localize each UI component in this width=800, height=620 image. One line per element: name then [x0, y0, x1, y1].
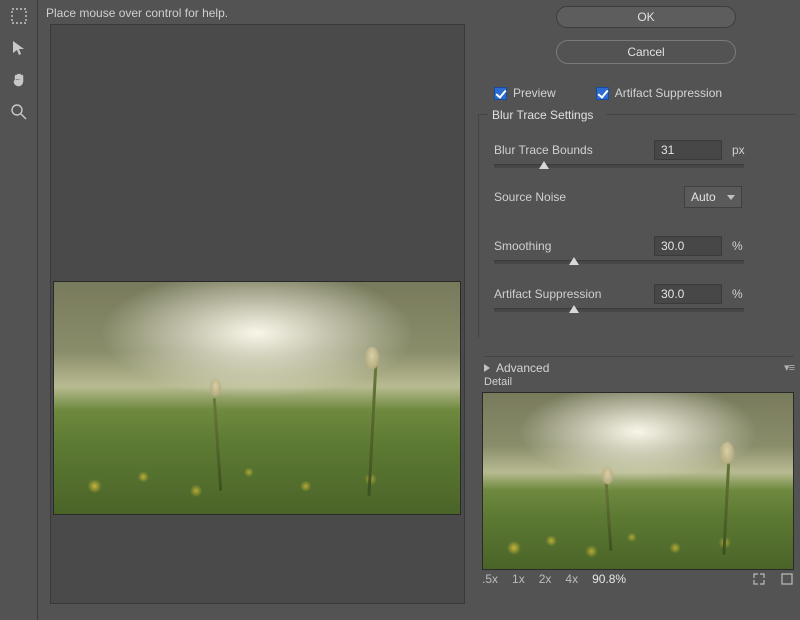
slider-thumb[interactable] — [569, 257, 579, 265]
detail-section-label: Detail — [484, 376, 512, 388]
unit-label: % — [732, 287, 743, 301]
blur-trace-bounds-slider[interactable] — [494, 164, 744, 168]
expand-region-icon[interactable] — [752, 572, 766, 586]
preview-checkbox-label: Preview — [513, 86, 556, 100]
advanced-label: Advanced — [496, 361, 549, 375]
pointer-tool-icon[interactable] — [7, 36, 31, 60]
blur-trace-bounds-label: Blur Trace Bounds — [494, 143, 614, 157]
preview-image — [53, 281, 461, 515]
unit-label: px — [732, 143, 745, 157]
detail-zoom-bar: .5x 1x 2x 4x 90.8% — [482, 572, 794, 586]
artifact-suppression-checkbox-label: Artifact Suppression — [615, 86, 722, 100]
zoom-level-2[interactable]: 2x — [539, 572, 552, 586]
detail-preview-image[interactable] — [482, 392, 794, 570]
triangle-right-icon — [484, 364, 490, 372]
panel-menu-icon[interactable]: ▾≡ — [784, 361, 794, 374]
blur-trace-settings-title: Blur Trace Settings — [492, 108, 593, 122]
artifact-suppression-slider[interactable] — [494, 308, 744, 312]
region-toggle-icon[interactable] — [780, 572, 794, 586]
zoom-level-3[interactable]: 4x — [565, 572, 578, 586]
source-noise-select[interactable]: Auto — [684, 186, 742, 208]
zoom-current: 90.8% — [592, 572, 626, 586]
source-noise-label: Source Noise — [494, 190, 614, 204]
help-hint: Place mouse over control for help. — [46, 6, 228, 20]
main-preview-canvas[interactable] — [50, 24, 465, 604]
blur-trace-bounds-input[interactable]: 31 — [654, 140, 722, 160]
artifact-suppression-checkbox[interactable] — [596, 87, 609, 100]
unit-label: % — [732, 239, 743, 253]
source-noise-value: Auto — [691, 190, 716, 204]
smoothing-slider[interactable] — [494, 260, 744, 264]
cancel-button[interactable]: Cancel — [556, 40, 736, 64]
slider-thumb[interactable] — [539, 161, 549, 169]
group-border — [478, 114, 479, 338]
zoom-level-1[interactable]: 1x — [512, 572, 525, 586]
marquee-tool-icon[interactable] — [7, 4, 31, 28]
chevron-down-icon — [727, 195, 735, 200]
group-divider — [478, 114, 488, 115]
ok-button[interactable]: OK — [556, 6, 736, 28]
preview-checkbox[interactable] — [494, 87, 507, 100]
zoom-level-0[interactable]: .5x — [482, 572, 498, 586]
smoothing-input[interactable]: 30.0 — [654, 236, 722, 256]
settings-panel: OK Cancel Preview Artifact Suppression B… — [476, 0, 800, 620]
hand-tool-icon[interactable] — [7, 68, 31, 92]
smoothing-label: Smoothing — [494, 239, 614, 253]
vertical-toolbar — [0, 0, 38, 620]
artifact-suppression-label: Artifact Suppression — [494, 287, 614, 301]
group-divider — [606, 114, 796, 115]
advanced-section-toggle[interactable]: Advanced ▾≡ — [484, 356, 794, 374]
artifact-suppression-input[interactable]: 30.0 — [654, 284, 722, 304]
zoom-tool-icon[interactable] — [7, 100, 31, 124]
slider-thumb[interactable] — [569, 305, 579, 313]
